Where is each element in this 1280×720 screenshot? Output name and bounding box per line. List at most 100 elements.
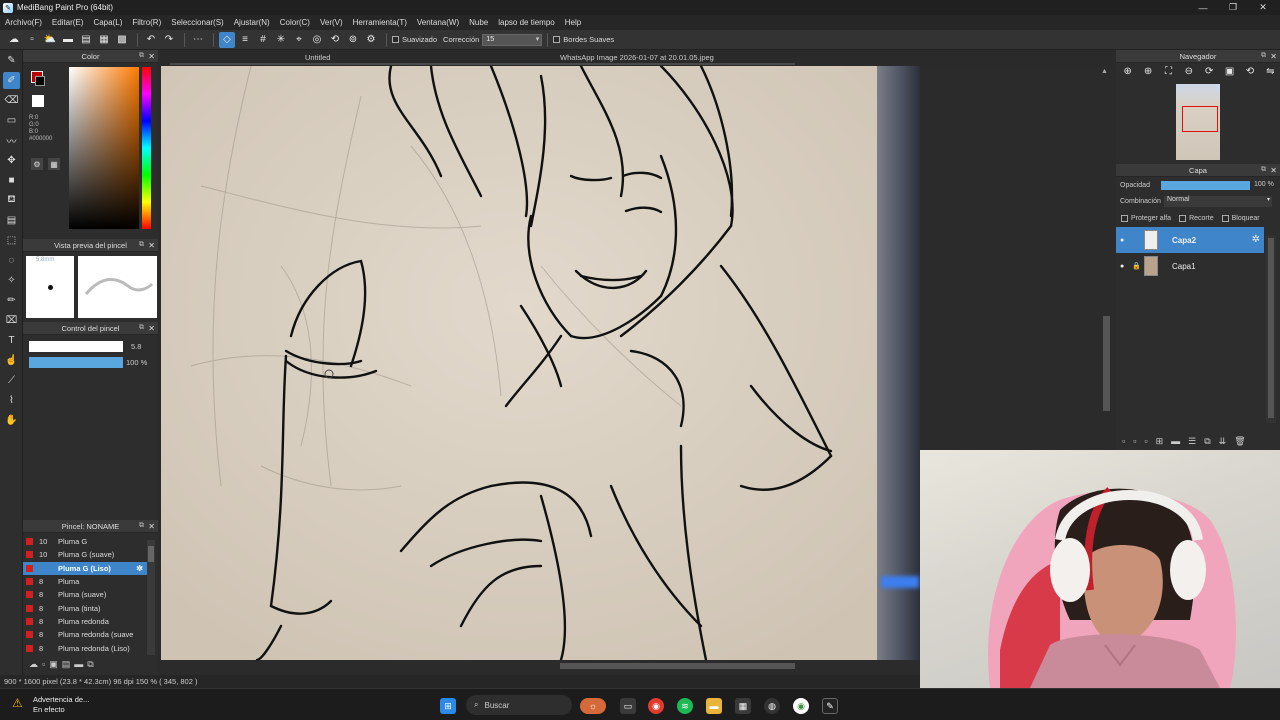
minimize-button[interactable]: —	[1188, 0, 1218, 15]
menu-view[interactable]: Ver(V)	[320, 18, 343, 27]
add-layer-menu-icon[interactable]: ⊞	[1156, 436, 1164, 447]
gradient-icon[interactable]: ▤	[3, 212, 20, 229]
pen-icon[interactable]: ✎	[3, 52, 20, 69]
move-icon[interactable]: ✥	[3, 152, 20, 169]
vanishing-snap-icon[interactable]: ✳	[273, 32, 289, 48]
brush-item[interactable]: 10 Pluma G (suave)	[23, 548, 147, 561]
text-icon[interactable]: T	[3, 332, 20, 349]
redo-icon[interactable]: ↷	[161, 32, 177, 48]
smoothing-check[interactable]	[392, 36, 399, 43]
layer-folder-icon[interactable]: ▬	[1171, 436, 1180, 446]
menu-edit[interactable]: Editar(E)	[52, 18, 84, 27]
menu-layer[interactable]: Capa(L)	[93, 18, 122, 27]
undock-icon[interactable]: ⧉	[139, 324, 144, 332]
add-brush-icon[interactable]: ▫	[42, 659, 45, 669]
lock-checkbox[interactable]: Bloquear	[1221, 215, 1260, 222]
concentric-snap-icon[interactable]: ⊚	[345, 32, 361, 48]
eyedropper-small-icon[interactable]: ⚙	[31, 158, 43, 170]
brush-item[interactable]: 8 Pluma redonda	[23, 615, 147, 628]
grid-icon[interactable]: ▩	[114, 32, 130, 48]
brush-options-icon[interactable]: ▣	[49, 659, 58, 670]
layer-row[interactable]: ● Capa2 ✲	[1116, 227, 1264, 253]
close-panel-icon[interactable]: ✕	[1270, 166, 1277, 175]
snap-off-icon[interactable]: ⋯	[190, 32, 206, 48]
perspective-snap-icon[interactable]: ⌖	[291, 32, 307, 48]
protect-alpha-checkbox[interactable]: Proteger alfa	[1121, 215, 1171, 222]
snap-none-icon[interactable]: ◇	[219, 31, 235, 48]
zoom-in-alt-icon[interactable]: ⊕	[1140, 64, 1155, 80]
undock-icon[interactable]: ⧉	[1261, 166, 1266, 174]
blur-icon[interactable]: 〰	[3, 132, 20, 149]
brush-folder-icon[interactable]: ▬	[74, 659, 83, 669]
saturation-value-square[interactable]	[69, 67, 139, 229]
close-panel-icon[interactable]: ✕	[148, 52, 155, 61]
undock-icon[interactable]: ⧉	[139, 52, 144, 60]
obs-icon[interactable]: ◍	[764, 698, 780, 714]
brush-copy-icon[interactable]: ▤	[62, 659, 71, 670]
black-swatch[interactable]	[35, 76, 45, 86]
hand-icon[interactable]: ✋	[3, 412, 20, 429]
fit-icon[interactable]: ⛶	[1161, 64, 1176, 80]
cloud-brush-icon[interactable]: ☁	[29, 659, 38, 670]
duplicate-layer-icon[interactable]: ⧉	[1204, 436, 1210, 447]
brush-opacity-slider[interactable]	[29, 357, 123, 368]
zoom-in-icon[interactable]: ⊕	[1120, 64, 1135, 80]
menu-filter[interactable]: Filtro(R)	[132, 18, 161, 27]
brush-item[interactable]: 8 Pluma redonda (suave	[23, 628, 147, 641]
navigator-preview[interactable]	[1116, 80, 1280, 164]
parallel-snap-icon[interactable]: ≡	[237, 32, 253, 48]
file-explorer-icon[interactable]: ▬	[706, 698, 722, 714]
curve-snap-icon[interactable]: ⟲	[327, 32, 343, 48]
flip-icon[interactable]: ⇋	[1263, 64, 1278, 80]
maximize-button[interactable]: ❐	[1218, 0, 1248, 15]
close-button[interactable]: ✕	[1248, 0, 1278, 15]
brush-settings-gear-icon[interactable]: ✲	[136, 564, 143, 573]
operation-icon[interactable]: ☝	[3, 352, 20, 369]
radial-snap-icon[interactable]: ◎	[309, 32, 325, 48]
tab-image[interactable]: WhatsApp Image 2026-01-07 at 20.01.05.jp…	[560, 53, 714, 62]
undock-icon[interactable]: ⧉	[139, 522, 144, 530]
menu-cloud[interactable]: Nube	[469, 18, 488, 27]
new-8bit-layer-icon[interactable]: ▫	[1144, 436, 1147, 446]
warning-icon[interactable]: ⚠	[12, 696, 26, 710]
new-layer-icon[interactable]: ▫	[1122, 436, 1125, 446]
brush-item[interactable]: 8 Pluma (tinta)	[23, 601, 147, 614]
visibility-eye-icon[interactable]: ●	[1120, 237, 1132, 244]
brush-item[interactable]: 8 Pluma redonda (Liso)	[23, 641, 147, 654]
brush-list-scrollbar[interactable]	[147, 540, 155, 655]
canvas-horizontal-scrollbar[interactable]	[160, 660, 920, 672]
brush-item[interactable]: 8 Pluma	[23, 575, 147, 588]
delete-layer-icon[interactable]: 🗑	[1234, 436, 1245, 447]
chrome-alt-icon[interactable]: ◉	[793, 698, 809, 714]
menu-adjust[interactable]: Ajustar(N)	[234, 18, 270, 27]
bucket-icon[interactable]: ⛾	[3, 192, 20, 209]
select-eraser-icon[interactable]: ⌧	[3, 312, 20, 329]
undock-icon[interactable]: ⧉	[1261, 52, 1266, 60]
clipping-checkbox[interactable]: Recorte	[1179, 215, 1214, 222]
blend-mode-select[interactable]: Normal ▾	[1164, 196, 1272, 207]
secondary-color-swatch[interactable]	[32, 95, 44, 107]
brush-size-slider[interactable]	[29, 341, 123, 352]
brush-item[interactable]: Pluma G (Liso) ✲	[23, 561, 147, 575]
cloud-icon[interactable]: ☁	[6, 32, 22, 48]
menu-select[interactable]: Seleccionar(S)	[171, 18, 223, 27]
menu-timelapse[interactable]: lapso de tiempo	[498, 18, 554, 27]
cross-snap-icon[interactable]: #	[255, 32, 271, 48]
hue-slider[interactable]	[142, 67, 151, 229]
canvas-size-icon[interactable]: ▦	[96, 32, 112, 48]
smoothing-checkbox[interactable]: Suavizado	[392, 35, 437, 44]
soft-edges-checkbox[interactable]: Bordes Suaves	[553, 35, 614, 44]
brush-duplicate-icon[interactable]: ⧉	[87, 659, 93, 670]
brush-item[interactable]: 10 Pluma G	[23, 535, 147, 548]
task-view-icon[interactable]: ▭	[620, 698, 636, 714]
medibang-icon[interactable]: ✎	[822, 698, 838, 714]
magic-wand-icon[interactable]: ✧	[3, 272, 20, 289]
layer-menu-icon[interactable]: ☰	[1188, 436, 1196, 447]
close-panel-icon[interactable]: ✕	[148, 241, 155, 250]
rotate-icon[interactable]: ⟳	[1202, 64, 1217, 80]
correction-select[interactable]: 15	[482, 33, 543, 46]
close-panel-icon[interactable]: ✕	[148, 522, 155, 531]
lasso-icon[interactable]: ◌	[3, 252, 20, 269]
select-icon[interactable]: ⬚	[3, 232, 20, 249]
layer-settings-gear-icon[interactable]: ✲	[1252, 234, 1260, 245]
